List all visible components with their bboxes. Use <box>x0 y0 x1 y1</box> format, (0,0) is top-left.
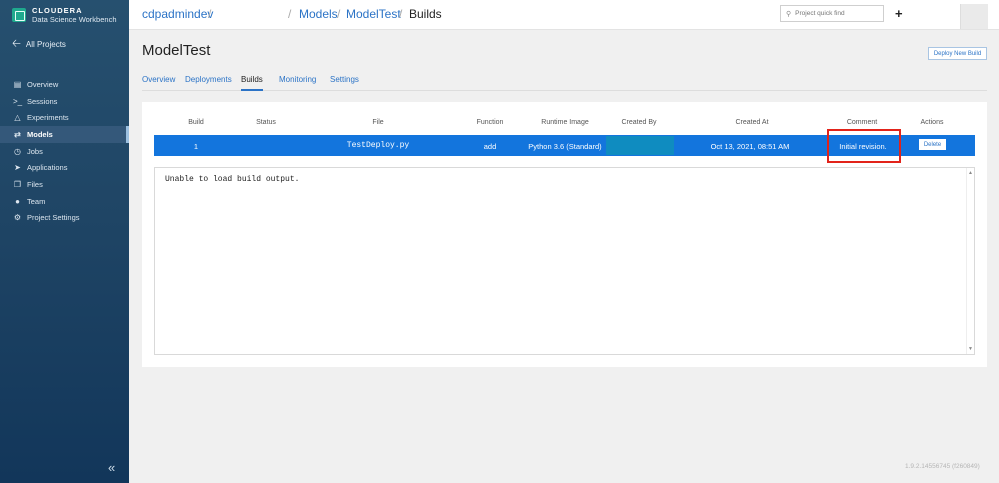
column-header-actions: Actions <box>920 119 944 126</box>
deploy-new-build-button[interactable]: Deploy New Build <box>928 47 987 60</box>
sidebar-item-label: Team <box>27 196 46 206</box>
gear-icon: ⚙ <box>13 213 22 223</box>
tab-builds[interactable]: Builds <box>241 75 263 91</box>
clock-icon: ◷ <box>14 146 21 156</box>
page-title: ModelTest <box>142 42 211 59</box>
tab-deployments[interactable]: Deployments <box>185 75 232 91</box>
sidebar: CLOUDERA Data Science Workbench 🡠 All Pr… <box>0 0 129 483</box>
sidebar-nav: ▤ Overview >_ Sessions △ Experiments ⇄ Model… <box>0 76 129 226</box>
cell-file: TestDeploy.py <box>346 141 410 150</box>
breadcrumb-separator: / <box>399 7 403 21</box>
breadcrumb-models[interactable]: Models <box>299 7 338 21</box>
breadcrumb-separator: / <box>208 7 212 21</box>
column-header-created-by: Created By <box>621 119 657 126</box>
breadcrumb-separator: / <box>337 7 341 21</box>
column-header-comment: Comment <box>846 119 878 126</box>
version-label: 1.9.2.14556745 (f260849) <box>905 463 980 470</box>
all-projects-label: All Projects <box>25 40 66 49</box>
search-input[interactable] <box>795 10 876 17</box>
breadcrumb-project[interactable]: cdpadmindev <box>142 7 213 21</box>
arrows-icon: ⇄ <box>14 129 21 139</box>
rocket-icon: ➤ <box>14 163 21 173</box>
sidebar-item-project-settings[interactable]: ⚙ Project Settings <box>0 210 129 227</box>
top-bar: cdpadmindev / / Models / ModelTest / Bui… <box>129 0 999 30</box>
build-output-text: Unable to load build output. <box>165 175 300 184</box>
brand-subtitle: Data Science Workbench <box>32 15 117 24</box>
sidebar-item-label: Overview <box>27 79 59 89</box>
sidebar-item-label: Project Settings <box>27 213 80 223</box>
search-icon: ⚲ <box>786 10 792 18</box>
sidebar-item-files[interactable]: ❐ Files <box>0 176 129 193</box>
sidebar-item-label: Applications <box>27 163 68 173</box>
column-header-build: Build <box>188 119 204 126</box>
cell-runtime-image: Python 3.6 (Standard) <box>528 142 602 151</box>
sidebar-item-experiments[interactable]: △ Experiments <box>0 109 129 126</box>
tab-settings[interactable]: Settings <box>330 75 359 91</box>
add-icon[interactable]: + <box>895 6 903 21</box>
avatar[interactable] <box>960 4 988 29</box>
cell-function: add <box>483 142 497 151</box>
sidebar-item-jobs[interactable]: ◷ Jobs <box>0 143 129 160</box>
brand-name: CLOUDERA <box>32 6 83 15</box>
team-icon: ● <box>15 196 20 206</box>
column-header-file: File <box>372 119 384 126</box>
output-scrollbar[interactable]: ▲ ▼ <box>966 168 974 354</box>
sidebar-item-label: Experiments <box>27 113 69 123</box>
terminal-icon: >_ <box>12 96 23 106</box>
breadcrumb-current: Builds <box>409 7 442 21</box>
cell-created-at: Oct 13, 2021, 08:51 AM <box>710 142 790 151</box>
cell-comment: Initial revision. <box>839 142 887 151</box>
collapse-sidebar-icon[interactable]: « <box>108 460 115 475</box>
overview-icon: ▤ <box>13 79 22 89</box>
sidebar-item-sessions[interactable]: >_ Sessions <box>0 93 129 110</box>
build-output-panel[interactable]: Unable to load build output. ▲ ▼ <box>154 167 975 355</box>
tab-bar: Overview Deployments Builds Monitoring S… <box>142 73 987 91</box>
sidebar-item-label: Models <box>27 129 53 139</box>
all-projects-link[interactable]: 🡠 All Projects <box>12 35 66 54</box>
scroll-up-icon[interactable]: ▲ <box>968 170 973 176</box>
sidebar-item-label: Sessions <box>27 96 58 106</box>
sidebar-item-label: Jobs <box>27 146 43 156</box>
tab-monitoring[interactable]: Monitoring <box>279 75 316 91</box>
sidebar-item-team[interactable]: ● Team <box>0 193 129 210</box>
cloudera-logo-icon <box>12 8 26 22</box>
tab-overview[interactable]: Overview <box>142 75 175 91</box>
column-header-runtime-image: Runtime Image <box>541 119 589 126</box>
column-header-function: Function <box>476 119 504 126</box>
delete-button[interactable]: Delete <box>919 139 946 150</box>
project-search[interactable]: ⚲ <box>780 5 884 22</box>
sidebar-item-models[interactable]: ⇄ Models <box>0 126 129 143</box>
breadcrumb-separator: / <box>288 7 292 21</box>
sidebar-item-overview[interactable]: ▤ Overview <box>0 76 129 93</box>
breadcrumb-model[interactable]: ModelTest <box>346 7 401 21</box>
cell-build: 1 <box>193 142 199 151</box>
sidebar-item-applications[interactable]: ➤ Applications <box>0 159 129 176</box>
arrow-left-icon: 🡠 <box>12 38 21 50</box>
cell-created-by <box>606 136 674 155</box>
sidebar-item-label: Files <box>27 179 43 189</box>
flask-icon: △ <box>14 113 21 123</box>
brand[interactable]: CLOUDERA Data Science Workbench <box>12 6 117 24</box>
scroll-down-icon[interactable]: ▼ <box>968 346 973 352</box>
column-header-status: Status <box>256 119 276 126</box>
column-header-created-at: Created At <box>735 119 769 126</box>
files-icon: ❐ <box>13 179 22 189</box>
